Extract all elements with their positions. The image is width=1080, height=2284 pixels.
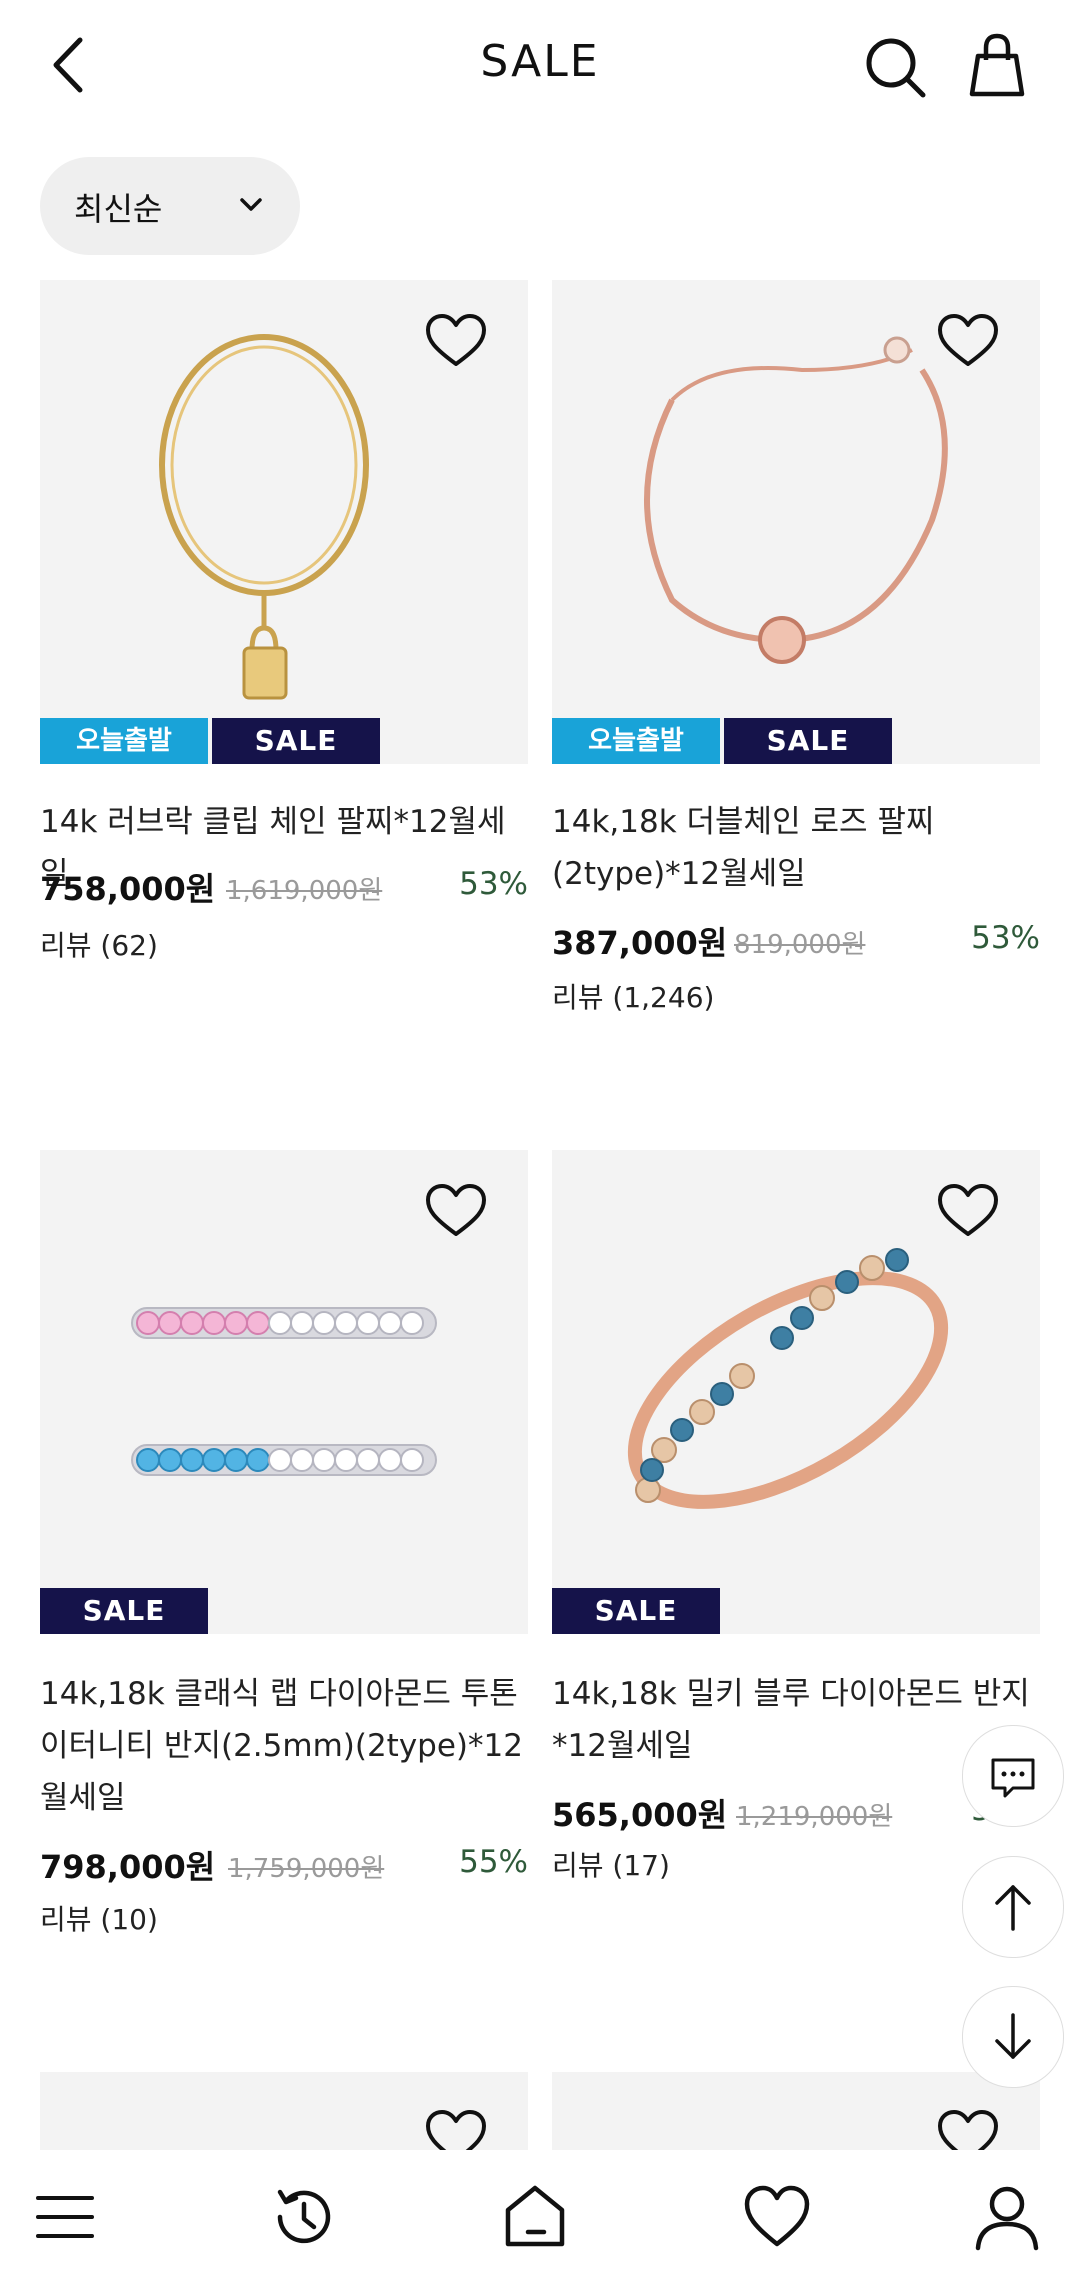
product-image[interactable]: 오늘출발 SALE xyxy=(40,280,528,764)
my-page-button[interactable] xyxy=(972,2182,1042,2252)
product-image[interactable]: SALE xyxy=(40,1150,528,1634)
price-row: 387,000원 819,000원 53% xyxy=(552,918,1040,968)
arrow-down-icon xyxy=(995,2013,1031,2059)
wishlist-button[interactable] xyxy=(424,312,488,370)
home-button[interactable] xyxy=(500,2182,570,2252)
scroll-bottom-button[interactable] xyxy=(962,1986,1064,2088)
today-shipping-badge: 오늘출발 xyxy=(552,718,720,764)
heart-icon xyxy=(938,314,998,366)
scroll-top-button[interactable] xyxy=(962,1856,1064,1958)
sale-badge: SALE xyxy=(552,1588,720,1634)
search-button[interactable] xyxy=(860,32,930,102)
wishlist-button[interactable] xyxy=(424,1182,488,1240)
price-row: 798,000원 1,759,000원 55% xyxy=(40,1842,528,1892)
wishlist-button[interactable] xyxy=(936,1182,1000,1240)
menu-button[interactable] xyxy=(30,2182,100,2252)
review-count[interactable]: 리뷰 (62) xyxy=(40,924,158,964)
product-card[interactable]: SALE 14k,18k 클래식 랩 다이아몬드 투톤 이터니티 반지(2.5m… xyxy=(40,1150,530,1936)
bottom-nav xyxy=(0,2150,1080,2284)
original-price: 1,759,000원 xyxy=(228,1854,385,1884)
heart-icon xyxy=(938,1184,998,1236)
sale-badge: SALE xyxy=(724,718,892,764)
sort-label: 최신순 xyxy=(74,190,163,228)
search-icon xyxy=(866,38,926,98)
product-name[interactable]: 14k,18k 클래식 랩 다이아몬드 투톤 이터니티 반지(2.5mm)(2t… xyxy=(40,1668,530,1824)
sort-dropdown[interactable]: 최신순 xyxy=(40,157,300,255)
wishlist-nav-button[interactable] xyxy=(742,2182,812,2252)
product-name[interactable]: 14k,18k 더블체인 로즈 팔찌(2type)*12월세일 xyxy=(552,796,1042,900)
price-row: 758,000원 1,619,000원 53% xyxy=(40,864,528,914)
product-image[interactable]: SALE xyxy=(552,1150,1040,1634)
sale-price: 387,000원 xyxy=(552,924,728,962)
today-shipping-badge: 오늘출발 xyxy=(40,718,208,764)
home-icon xyxy=(505,2185,565,2247)
original-price: 1,219,000원 xyxy=(736,1802,893,1832)
sale-badge: SALE xyxy=(40,1588,208,1634)
chat-icon xyxy=(991,1758,1035,1798)
chat-button[interactable] xyxy=(962,1725,1064,1827)
top-bar: SALE xyxy=(0,0,1080,130)
heart-icon xyxy=(744,2185,810,2247)
product-image[interactable]: 오늘출발 SALE xyxy=(552,280,1040,764)
sale-price: 758,000원 xyxy=(40,870,216,908)
sale-price: 565,000원 xyxy=(552,1796,728,1834)
product-card[interactable]: 오늘출발 SALE 14k 러브락 클립 체인 팔찌*12월세일 758,000… xyxy=(40,280,528,980)
wishlist-button[interactable] xyxy=(936,312,1000,370)
product-card[interactable]: 오늘출발 SALE 14k,18k 더블체인 로즈 팔찌(2type)*12월세… xyxy=(552,280,1040,1020)
menu-icon xyxy=(36,2196,94,2238)
recent-history-button[interactable] xyxy=(268,2182,338,2252)
heart-icon xyxy=(426,1184,486,1236)
discount-rate: 55% xyxy=(459,1844,528,1880)
chevron-down-icon xyxy=(240,198,262,211)
heart-icon xyxy=(938,2110,998,2150)
cart-button[interactable] xyxy=(962,30,1032,102)
review-count[interactable]: 리뷰 (17) xyxy=(552,1844,670,1884)
arrow-up-icon xyxy=(995,1885,1031,1931)
sale-badge: SALE xyxy=(212,718,380,764)
original-price: 819,000원 xyxy=(734,930,866,960)
user-icon xyxy=(975,2186,1039,2251)
heart-icon xyxy=(426,2110,486,2150)
heart-icon xyxy=(426,314,486,366)
shopping-bag-icon xyxy=(969,33,1025,97)
product-card-partial[interactable] xyxy=(40,2072,528,2150)
history-icon xyxy=(277,2189,331,2244)
review-count[interactable]: 리뷰 (10) xyxy=(40,1898,158,1938)
discount-rate: 53% xyxy=(459,866,528,902)
sale-price: 798,000원 xyxy=(40,1848,216,1886)
review-count[interactable]: 리뷰 (1,246) xyxy=(552,976,714,1016)
discount-rate: 53% xyxy=(971,920,1040,956)
original-price: 1,619,000원 xyxy=(226,876,383,906)
